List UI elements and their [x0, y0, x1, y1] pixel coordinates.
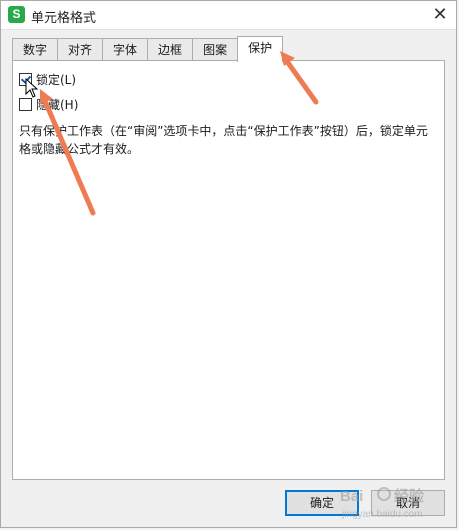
dialog-title: 单元格格式 [31, 11, 97, 26]
tab-font[interactable]: 字体 [102, 38, 149, 60]
mouse-cursor-icon [25, 78, 39, 98]
app-logo-icon: S [8, 6, 25, 23]
tab-patterns[interactable]: 图案 [192, 38, 239, 60]
cancel-button[interactable]: 取消 [371, 490, 445, 516]
title-bar: S 单元格格式 ✕ [1, 1, 456, 30]
tab-strip: 数字 对齐 字体 边框 图案 保护 [12, 36, 284, 62]
ok-button[interactable]: 确定 [285, 490, 359, 516]
tab-number[interactable]: 数字 [12, 38, 59, 60]
close-icon[interactable]: ✕ [428, 4, 452, 26]
hidden-option[interactable]: 隐藏(H) [19, 96, 78, 113]
format-cells-dialog: S 单元格格式 ✕ 数字 对齐 字体 边框 图案 保护 锁定(L) 隐藏(H) … [0, 0, 457, 528]
tab-border[interactable]: 边框 [147, 38, 194, 60]
protection-panel: 锁定(L) 隐藏(H) 只有保护工作表（在“审阅”选项卡中，点击“保护工作表”按… [12, 60, 445, 480]
protection-description: 只有保护工作表（在“审阅”选项卡中，点击“保护工作表”按钮）后，锁定单元格或隐藏… [19, 124, 428, 156]
hidden-checkbox[interactable] [19, 98, 32, 111]
tab-protection[interactable]: 保护 [237, 36, 284, 62]
locked-label: 锁定(L) [36, 73, 77, 87]
hidden-label: 隐藏(H) [36, 98, 79, 112]
tab-alignment[interactable]: 对齐 [57, 38, 104, 60]
